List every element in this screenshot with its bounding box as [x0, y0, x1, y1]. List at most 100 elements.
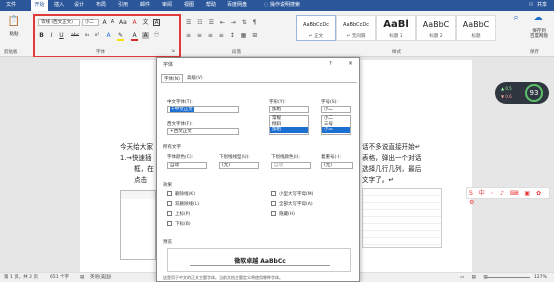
- style-no-spacing[interactable]: AaBbCcDc ↵ 无间隔: [336, 15, 376, 41]
- font-color-select[interactable]: 自动: [167, 162, 207, 169]
- font-dialog: 字体 ? × 字体(N) 高级(V) 中文字体(T): +中文正文 字形(Y):…: [156, 57, 360, 282]
- tab-advanced[interactable]: 高级(V): [187, 75, 203, 81]
- language-status[interactable]: 英语(美国): [90, 273, 112, 282]
- tab-home[interactable]: 开始: [31, 0, 48, 11]
- font-size-label: 字号(S):: [321, 100, 338, 105]
- doc-line-4-left: 点击: [134, 176, 148, 184]
- font-size-list[interactable]: 小二 三号 小三: [321, 115, 351, 135]
- styles-group-label: 样式: [392, 50, 401, 55]
- dialog-title: 字体: [163, 62, 174, 68]
- style-preview: AaBbC: [422, 20, 450, 29]
- preview-text: 微软卓越 AaBbCc: [234, 258, 286, 265]
- west-font-input[interactable]: +西文正文: [167, 128, 239, 135]
- underline-style-label: 下划线线型(U):: [219, 155, 250, 160]
- font-group-highlight: [33, 14, 181, 58]
- proofing-icon[interactable]: ▤: [80, 273, 84, 282]
- paragraph-align-buttons[interactable]: ≡ ≡ ≡ ≡ ↕ ▦ ⊞: [186, 32, 266, 39]
- ime-toolbar[interactable]: S 中 ◦ ♪ ⌨ ▣ ✿ ⚙: [466, 187, 550, 206]
- tab-design[interactable]: 设计: [72, 0, 86, 11]
- style-preview: AaBbCcDc: [303, 22, 329, 28]
- font-style-list[interactable]: 常规 倾斜 加粗: [269, 115, 309, 135]
- download-speed: ▼ 0.6: [501, 94, 512, 99]
- tab-references[interactable]: 引用: [116, 0, 130, 11]
- tab-baidu[interactable]: 百度网盘: [224, 0, 250, 11]
- doc-line-2-right: 表格，弹出一个对话: [362, 154, 422, 162]
- style-heading-1[interactable]: AaBl 标题 1: [376, 15, 416, 41]
- paste-button[interactable]: 粘贴: [6, 31, 22, 38]
- hidden-label: 隐藏(H): [279, 212, 295, 217]
- doc-line-2-left: 1.→快速插: [120, 154, 152, 162]
- ime-icons[interactable]: S 中 ◦ ♪ ⌨ ▣ ✿ ⚙: [469, 189, 549, 207]
- zoom-slider[interactable]: [486, 277, 530, 278]
- memory-gauge: 93: [525, 84, 543, 102]
- doc-line-1-right: 话不多说直接开始↵: [362, 143, 421, 151]
- upload-speed: ▲ 0.5: [501, 86, 512, 91]
- superscript-checkbox[interactable]: [167, 211, 172, 216]
- paragraph-group-label: 段落: [232, 50, 241, 55]
- all-text-label: 所有文字: [163, 145, 181, 150]
- ribbon-tab-bar: 文件 开始 插入 设计 布局 引用 邮件 审阅 视图 帮助 百度网盘 ◌ 操作说…: [0, 0, 554, 11]
- font-size-input[interactable]: 小二: [321, 106, 351, 113]
- font-style-label: 字形(Y):: [269, 100, 286, 105]
- hidden-checkbox[interactable]: [271, 211, 276, 216]
- strikethrough-label: 删除线(K): [175, 192, 195, 197]
- search-icon[interactable]: ⌕: [508, 14, 524, 23]
- strikethrough-checkbox[interactable]: [167, 191, 172, 196]
- double-strike-checkbox[interactable]: [167, 201, 172, 206]
- preview-box: 微软卓越 AaBbCc: [167, 248, 351, 272]
- download-value: 0.6: [505, 94, 512, 99]
- font-color-label: 字体颜色(C):: [167, 155, 194, 160]
- lightbulb-icon: ◌: [263, 2, 269, 8]
- network-speed-widget[interactable]: ▲ 0.5 ▼ 0.6 93: [495, 82, 549, 104]
- help-button[interactable]: ?: [329, 61, 332, 67]
- close-button[interactable]: ×: [348, 60, 353, 67]
- tell-me-search[interactable]: 操作说明搜索: [270, 0, 312, 11]
- underline-style-select[interactable]: (无): [219, 162, 259, 169]
- upload-value: 0.5: [505, 86, 512, 91]
- emphasis-select[interactable]: (无): [321, 162, 353, 169]
- style-heading-2[interactable]: AaBbC 标题 2: [416, 15, 456, 41]
- tab-view[interactable]: 视图: [182, 0, 196, 11]
- tab-divider: [161, 82, 357, 83]
- all-caps-label: 全部大写字母(A): [279, 202, 313, 207]
- effects-label: 效果: [163, 183, 172, 188]
- font-style-option-selected[interactable]: 加粗: [270, 127, 308, 133]
- style-name: 标题: [471, 34, 481, 39]
- share-button[interactable]: 共享: [534, 0, 550, 11]
- memory-value: 93: [529, 89, 539, 97]
- style-name: ↵ 无间隔: [346, 34, 366, 39]
- cn-font-label: 中文字体(T):: [167, 100, 193, 105]
- style-preview: AaBbCcDc: [343, 22, 369, 28]
- subscript-label: 下标(B): [175, 222, 191, 227]
- doc-line-3-left: 框，在: [134, 165, 154, 173]
- baidu-save-label[interactable]: 保存到 百度网盘: [524, 29, 554, 39]
- underline-color-label: 下划线颜色(I):: [271, 155, 300, 160]
- preview-note: 这是用于中文的正文主题字体。当前文档主题定义将使用哪种字体。: [163, 275, 283, 280]
- word-count[interactable]: 651 个字: [50, 273, 69, 282]
- all-caps-checkbox[interactable]: [271, 201, 276, 206]
- preview-label: 预览: [163, 240, 172, 245]
- small-caps-checkbox[interactable]: [271, 191, 276, 196]
- font-style-input[interactable]: 加粗: [269, 106, 309, 113]
- style-name: ↵ 正文: [308, 34, 324, 39]
- cn-font-input[interactable]: +中文正文: [167, 106, 239, 113]
- font-size-option-selected[interactable]: 小三: [322, 127, 350, 133]
- subscript-checkbox[interactable]: [167, 221, 172, 226]
- tab-insert[interactable]: 插入: [52, 0, 66, 11]
- tab-review[interactable]: 审阅: [160, 0, 174, 11]
- embedded-screenshot: [120, 190, 156, 260]
- tab-layout[interactable]: 布局: [94, 0, 108, 11]
- zoom-level[interactable]: 127%: [534, 273, 547, 282]
- page-count[interactable]: 第 1 页，共 2 页: [4, 273, 38, 282]
- cloud-save-icon[interactable]: ☁: [530, 14, 546, 23]
- preview-baseline: [190, 265, 330, 266]
- paste-icon[interactable]: 📋: [6, 15, 22, 29]
- style-normal[interactable]: AaBbCcDc ↵ 正文: [296, 15, 336, 41]
- underline-color-select[interactable]: 自动: [271, 162, 311, 169]
- clipboard-group-label: 剪贴板: [4, 50, 18, 55]
- tab-help[interactable]: 帮助: [204, 0, 218, 11]
- paragraph-list-buttons[interactable]: ☰ ☷ ☰ ⇤ ⇥ ⇅ ¶: [186, 19, 266, 26]
- tab-file[interactable]: 文件: [3, 0, 19, 11]
- tab-mailings[interactable]: 邮件: [138, 0, 152, 11]
- style-title[interactable]: AaBbC 标题: [456, 15, 496, 41]
